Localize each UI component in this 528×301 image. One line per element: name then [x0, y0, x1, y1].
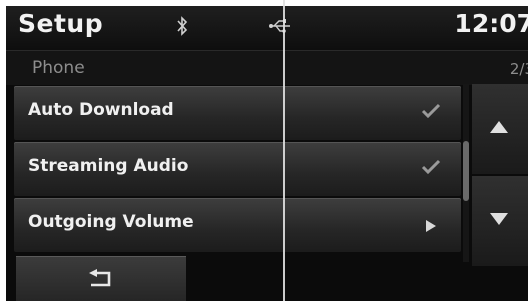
checkmark-icon [421, 103, 441, 123]
menu-item-label: Streaming Audio [28, 156, 189, 176]
scroll-down-button[interactable] [472, 176, 528, 266]
checkmark-icon [421, 159, 441, 179]
menu-item-label: Auto Download [28, 100, 174, 120]
menu-item-label: Outgoing Volume [28, 212, 194, 232]
overlay-divider-line [283, 0, 285, 301]
bluetooth-icon [176, 16, 188, 40]
page-indicator: 2/3 [509, 60, 528, 78]
head-unit-screen: Setup 12:07 Phone 2/3 Auto Download [6, 6, 528, 301]
menu-item-auto-download[interactable]: Auto Download [14, 86, 461, 140]
back-arrow-icon [89, 269, 111, 287]
arrow-down-icon [490, 213, 508, 225]
title-bar: Setup 12:07 [6, 6, 528, 50]
clock: 12:07 [454, 9, 528, 38]
section-title: Phone [32, 58, 85, 78]
scroll-up-button[interactable] [472, 84, 528, 174]
arrow-right-icon [425, 218, 437, 237]
scrollbar-thumb[interactable] [463, 141, 469, 201]
sub-header: Phone 2/3 [6, 50, 528, 85]
page-title: Setup [18, 9, 104, 38]
usb-icon [268, 18, 292, 38]
back-button[interactable] [16, 256, 186, 301]
menu-item-streaming-audio[interactable]: Streaming Audio [14, 142, 461, 196]
menu-item-outgoing-volume[interactable]: Outgoing Volume [14, 198, 461, 252]
arrow-up-icon [490, 121, 508, 133]
